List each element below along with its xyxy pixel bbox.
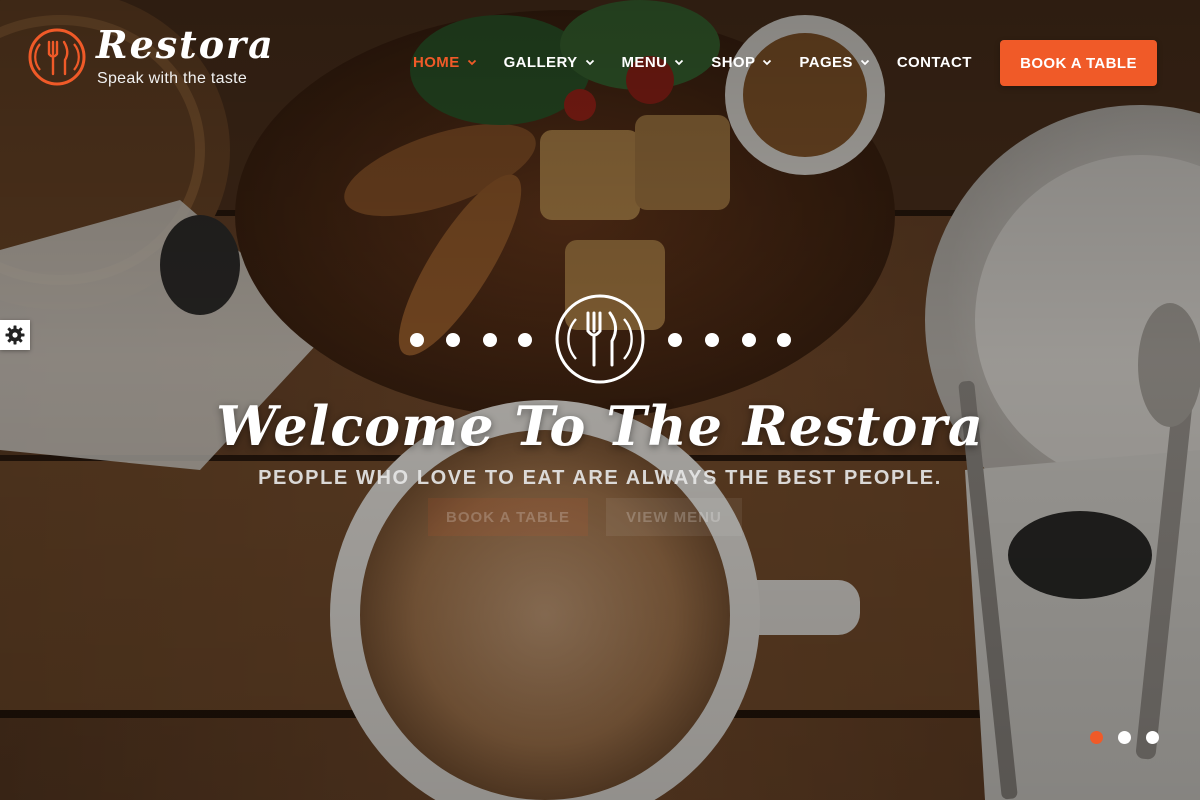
nav-item-label: GALLERY [503,53,578,71]
nav-item-shop[interactable]: SHOP [711,54,772,71]
slider-dot-2[interactable] [1118,731,1131,744]
main-navigation: HOME GALLERY MENU SHOP PAGES CONTACT [413,50,999,74]
settings-toggle-button[interactable] [0,320,30,350]
divider-dot [742,333,756,347]
slider-dot-1[interactable] [1090,731,1103,744]
hero-view-menu-button[interactable]: VIEW MENU [606,498,742,536]
nav-item-label: PAGES [799,53,853,71]
nav-item-label: SHOP [711,53,756,71]
book-a-table-button[interactable]: BOOK A TABLE [1000,40,1157,86]
nav-item-home[interactable]: HOME [413,54,477,71]
chevron-down-icon [585,57,595,67]
divider-dot [777,333,791,347]
nav-item-contact[interactable]: CONTACT [897,54,972,71]
chevron-down-icon [860,57,870,67]
nav-item-pages[interactable]: PAGES [799,54,869,71]
chevron-down-icon [762,57,772,67]
divider-dot [518,333,532,347]
nav-item-label: MENU [621,53,668,71]
gear-icon [5,325,25,345]
divider-dot [705,333,719,347]
site-header: Restora Speak with the taste HOME GALLER… [0,0,1200,120]
site-logo[interactable]: Restora Speak with the taste [28,22,278,92]
cutlery-circle-icon [28,28,86,86]
hero-title: Welcome To The Restora [216,394,984,458]
hero-subtitle: PEOPLE WHO LOVE TO EAT ARE ALWAYS THE BE… [258,467,942,489]
nav-item-label: HOME [413,53,460,71]
chevron-down-icon [467,57,477,67]
hero-emblem-divider [400,293,800,387]
hero-cta-group: BOOK A TABLE VIEW MENU [0,498,1200,538]
divider-dot [668,333,682,347]
slider-pagination [1090,731,1174,745]
nav-item-gallery[interactable]: GALLERY [504,54,595,71]
brand-tagline: Speak with the taste [97,70,248,87]
chevron-down-icon [674,57,684,67]
slider-dot-3[interactable] [1146,731,1159,744]
fork-knife-plate-icon [555,294,645,384]
hero-book-table-button[interactable]: BOOK A TABLE [428,498,588,536]
divider-dot [446,333,460,347]
nav-item-label: CONTACT [896,53,972,71]
divider-dot [483,333,497,347]
brand-name: Restora [96,22,275,67]
divider-dot [410,333,424,347]
nav-item-menu[interactable]: MENU [622,54,685,71]
